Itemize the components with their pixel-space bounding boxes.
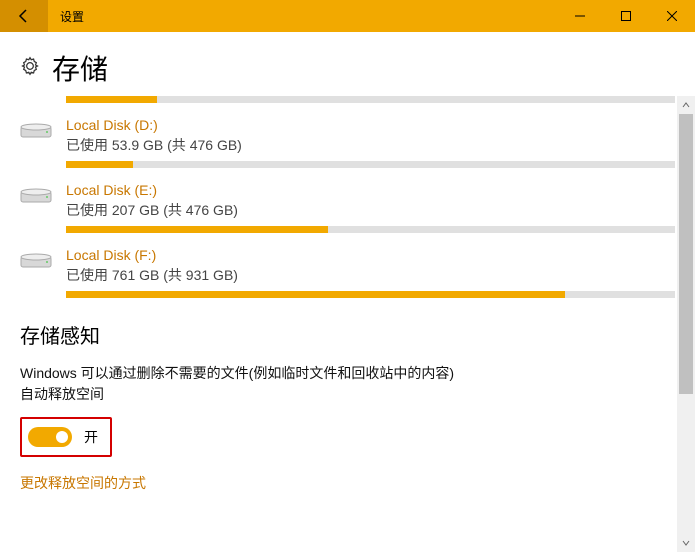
progress-fill: [66, 226, 328, 233]
disk-row[interactable]: Local Disk (E:) 已使用 207 GB (共 476 GB): [20, 182, 675, 233]
disk-usage-text: 已使用 53.9 GB (共 476 GB): [66, 135, 675, 155]
minimize-button[interactable]: [557, 0, 603, 32]
arrow-left-icon: [16, 8, 32, 24]
storage-sense-description: Windows 可以通过删除不需要的文件(例如临时文件和回收站中的内容)自动释放…: [20, 363, 460, 405]
scroll-area: Local Disk (D:) 已使用 53.9 GB (共 476 GB) L…: [0, 96, 695, 552]
change-free-space-link[interactable]: 更改释放空间的方式: [20, 473, 146, 493]
titlebar: 设置: [0, 0, 695, 32]
disk-info: Local Disk (E:) 已使用 207 GB (共 476 GB): [66, 182, 675, 233]
vertical-scrollbar[interactable]: [677, 96, 695, 552]
disk-row[interactable]: Local Disk (F:) 已使用 761 GB (共 931 GB): [20, 247, 675, 298]
progress-bar: [66, 226, 675, 233]
storage-sense-toggle[interactable]: [28, 427, 72, 447]
window-controls: [557, 0, 695, 32]
disk-info: Local Disk (D:) 已使用 53.9 GB (共 476 GB): [66, 117, 675, 168]
gear-icon: [20, 56, 40, 81]
chevron-down-icon: [682, 539, 690, 547]
progress-bar: [66, 96, 675, 103]
chevron-up-icon: [682, 101, 690, 109]
disk-name: Local Disk (E:): [66, 182, 675, 198]
maximize-icon: [621, 11, 631, 21]
disk-usage-text: 已使用 207 GB (共 476 GB): [66, 200, 675, 220]
progress-bar: [66, 291, 675, 298]
maximize-button[interactable]: [603, 0, 649, 32]
disk-name: Local Disk (F:): [66, 247, 675, 263]
disk-row[interactable]: Local Disk (D:) 已使用 53.9 GB (共 476 GB): [20, 117, 675, 168]
drive-icon: [20, 251, 52, 283]
content: Local Disk (D:) 已使用 53.9 GB (共 476 GB) L…: [0, 96, 695, 552]
scrollbar-thumb[interactable]: [679, 114, 693, 394]
page-header: 存储: [0, 32, 695, 96]
minimize-icon: [575, 11, 585, 21]
progress-bar: [66, 161, 675, 168]
scroll-down-button[interactable]: [677, 534, 695, 552]
progress-fill: [66, 161, 133, 168]
toggle-knob: [56, 431, 68, 443]
back-button[interactable]: [0, 0, 48, 32]
page-title: 存储: [52, 48, 108, 88]
partial-disk-bar[interactable]: [66, 96, 675, 103]
close-icon: [667, 11, 677, 21]
window-title: 设置: [60, 8, 84, 25]
disk-usage-text: 已使用 761 GB (共 931 GB): [66, 265, 675, 285]
disk-name: Local Disk (D:): [66, 117, 675, 133]
storage-sense-title: 存储感知: [20, 320, 675, 349]
disk-list: Local Disk (D:) 已使用 53.9 GB (共 476 GB) L…: [20, 117, 675, 298]
disk-info: Local Disk (F:) 已使用 761 GB (共 931 GB): [66, 247, 675, 298]
progress-fill: [66, 291, 565, 298]
toggle-label: 开: [84, 427, 98, 447]
drive-icon: [20, 186, 52, 218]
scrollbar-track[interactable]: [677, 114, 695, 534]
storage-sense-toggle-highlight: 开: [20, 417, 112, 457]
drive-icon: [20, 121, 52, 153]
close-button[interactable]: [649, 0, 695, 32]
progress-fill: [66, 96, 157, 103]
scroll-up-button[interactable]: [677, 96, 695, 114]
